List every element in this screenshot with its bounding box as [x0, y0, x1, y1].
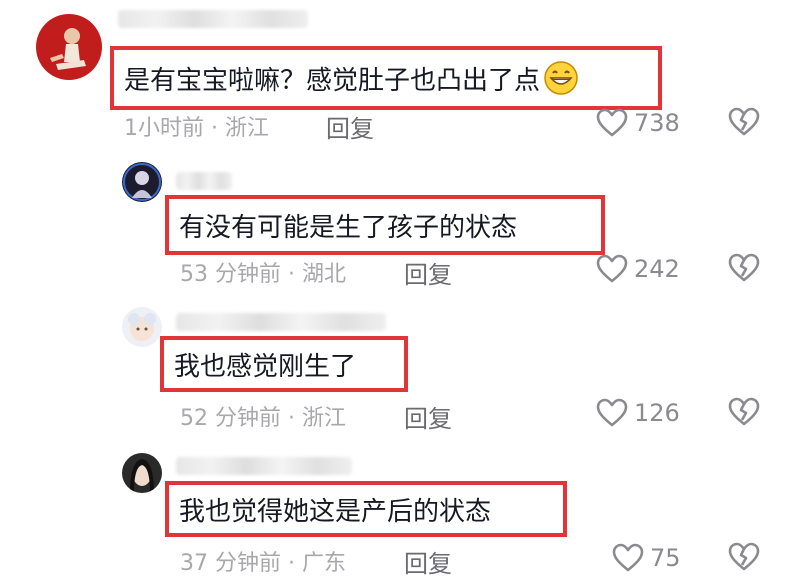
comment-text: 有没有可能是生了孩子的状态: [179, 212, 518, 243]
broken-heart-icon: [728, 253, 760, 282]
comment-text: 我也觉得她这是产后的状态: [179, 496, 492, 527]
comment-text-highlight: 我也感觉刚生了: [160, 336, 408, 392]
heart-outline-icon: [596, 254, 628, 283]
comment-text-highlight: 我也觉得她这是产后的状态: [165, 481, 567, 537]
avatar[interactable]: [122, 162, 162, 202]
like-button[interactable]: 738: [596, 108, 680, 138]
broken-heart-icon: [728, 542, 760, 571]
avatar-image: [36, 14, 102, 80]
username-redacted[interactable]: [176, 457, 352, 475]
reply-button[interactable]: 回复: [326, 109, 374, 144]
dislike-button[interactable]: [728, 106, 760, 138]
comment-text-highlight: 是有宝宝啦嘛？感觉肚子也凸出了点: [110, 46, 662, 110]
username-redacted[interactable]: [176, 313, 386, 331]
broken-heart-icon: [728, 107, 760, 136]
avatar-image: [122, 453, 162, 493]
reply-button[interactable]: 回复: [404, 399, 452, 434]
dislike-button[interactable]: [728, 541, 760, 573]
dislike-button[interactable]: [728, 396, 760, 428]
comment-item: 我也觉得她这是产后的状态 37 分钟前 · 广东 回复 75: [0, 445, 785, 586]
dislike-button[interactable]: [728, 252, 760, 284]
avatar[interactable]: [122, 307, 162, 347]
comment-meta: 52 分钟前 · 浙江: [180, 406, 346, 431]
comment-text: 是有宝宝啦嘛？感觉肚子也凸出了点: [124, 65, 541, 96]
like-count: 738: [634, 109, 680, 137]
heart-outline-icon: [596, 398, 628, 427]
like-button[interactable]: 75: [612, 543, 681, 573]
comment-text-highlight: 有没有可能是生了孩子的状态: [165, 195, 605, 255]
comment-item: 有没有可能是生了孩子的状态 53 分钟前 · 湖北 回复 242: [0, 150, 785, 295]
heart-outline-icon: [612, 543, 644, 572]
username-redacted[interactable]: [176, 172, 232, 190]
comment-item: 是有宝宝啦嘛？感觉肚子也凸出了点 1小时前 · 浙江 回复 738: [0, 0, 785, 150]
like-count: 75: [650, 544, 681, 572]
comment-text: 我也感觉刚生了: [174, 351, 357, 382]
username-redacted[interactable]: [118, 10, 308, 28]
like-count: 242: [634, 255, 680, 283]
avatar[interactable]: [122, 453, 162, 493]
like-button[interactable]: 242: [596, 254, 680, 284]
heart-outline-icon: [596, 108, 628, 137]
avatar-image: [122, 307, 162, 347]
like-button[interactable]: 126: [596, 398, 680, 428]
reply-button[interactable]: 回复: [404, 255, 452, 290]
grinning-face-emoji: [544, 61, 578, 95]
avatar-image: [122, 162, 162, 202]
reply-button[interactable]: 回复: [404, 544, 452, 579]
like-count: 126: [634, 399, 680, 427]
comment-meta: 53 分钟前 · 湖北: [180, 262, 346, 287]
comment-meta: 1小时前 · 浙江: [124, 116, 269, 141]
comment-meta: 37 分钟前 · 广东: [180, 551, 346, 576]
broken-heart-icon: [728, 397, 760, 426]
comment-item: 我也感觉刚生了 52 分钟前 · 浙江 回复 126: [0, 295, 785, 445]
avatar[interactable]: [36, 14, 102, 80]
